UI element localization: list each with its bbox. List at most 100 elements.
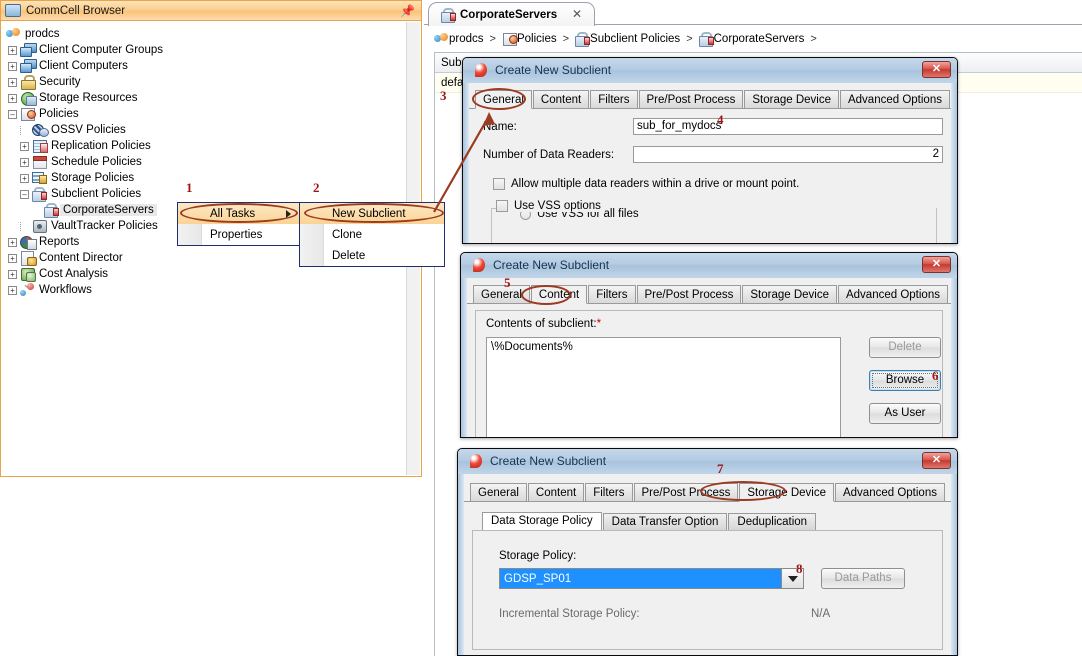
tree-node-workflows[interactable]: + Workflows — [2, 282, 406, 298]
data-storage-policy-tab[interactable]: Data Storage Policy — [482, 512, 602, 530]
as-user-button[interactable]: As User — [869, 403, 941, 424]
expander-icon[interactable]: – — [8, 110, 17, 119]
filters-tab[interactable]: Filters — [588, 285, 635, 303]
clone-menu-item[interactable]: Clone — [300, 224, 444, 245]
expander-icon[interactable]: + — [20, 158, 29, 167]
pin-icon[interactable]: 📌 — [400, 4, 415, 18]
tree-node-label: VaultTracker Policies — [48, 220, 158, 232]
tree-node-label: Reports — [36, 236, 79, 248]
allow-multiple-readers-row[interactable]: Allow multiple data readers within a dri… — [493, 178, 951, 190]
expander-icon[interactable]: + — [8, 270, 17, 279]
dialog-tabstrip: General Content Filters Pre/Post Process… — [469, 90, 951, 109]
expander-icon[interactable]: + — [20, 174, 29, 183]
advanced-options-tab[interactable]: Advanced Options — [838, 285, 948, 303]
prodcs-icon — [434, 32, 449, 46]
tree-node-label: Policies — [36, 108, 79, 120]
chevron-right-icon — [286, 210, 291, 218]
storage-device-tab[interactable]: Storage Device — [739, 483, 834, 502]
storage-device-tab[interactable]: Storage Device — [742, 285, 837, 303]
expander-icon[interactable]: + — [8, 78, 17, 87]
storage-policy-combo[interactable]: GDSP_SP01 — [499, 568, 804, 589]
vss-options-legend[interactable]: Use VSS options — [496, 200, 605, 212]
delete-menu-item[interactable]: Delete — [300, 245, 444, 266]
incremental-storage-policy-value: N/A — [811, 608, 830, 620]
advanced-options-tab[interactable]: Advanced Options — [840, 90, 950, 108]
workflows-icon — [20, 283, 36, 297]
name-label: Name: — [483, 121, 633, 133]
filters-tab[interactable]: Filters — [590, 90, 637, 108]
tree-node-prodcs[interactable]: prodcs — [2, 26, 406, 42]
tree-node-schedule-policies[interactable]: + Schedule Policies — [2, 154, 406, 170]
content-tab[interactable]: Content — [531, 285, 587, 304]
close-button[interactable]: ✕ — [922, 452, 951, 469]
ossv-icon — [32, 123, 48, 137]
tree-node-cost-analysis[interactable]: + Cost Analysis — [2, 266, 406, 282]
data-paths-button[interactable]: Data Paths — [821, 568, 905, 589]
tree-node-client-computer-groups[interactable]: + Client Computer Groups — [2, 42, 406, 58]
advanced-options-tab[interactable]: Advanced Options — [835, 483, 945, 501]
general-tab[interactable]: General — [470, 483, 527, 501]
tree-node-storage-policies[interactable]: + Storage Policies — [2, 170, 406, 186]
browse-button[interactable]: Browse — [869, 370, 941, 391]
tab-corporateservers[interactable]: CorporateServers ✕ — [428, 2, 595, 26]
new-subclient-menu-item[interactable]: New Subclient — [300, 203, 444, 224]
prepost-process-tab[interactable]: Pre/Post Process — [637, 285, 742, 303]
tree-node-security[interactable]: + Security — [2, 74, 406, 90]
annotation-number-7: 7 — [717, 461, 724, 477]
close-button[interactable]: ✕ — [922, 256, 951, 273]
tree-node-ossv-policies[interactable]: OSSV Policies — [2, 122, 406, 138]
expander-icon[interactable]: – — [20, 190, 29, 199]
tree-node-client-computers[interactable]: + Client Computers — [2, 58, 406, 74]
expander-icon[interactable]: + — [8, 46, 17, 55]
expander-icon[interactable]: + — [8, 286, 17, 295]
content-tab[interactable]: Content — [533, 90, 589, 108]
deduplication-tab[interactable]: Deduplication — [728, 513, 816, 530]
expander-icon[interactable]: + — [8, 254, 17, 263]
use-vss-options-checkbox[interactable] — [496, 200, 508, 212]
storage-device-tab[interactable]: Storage Device — [744, 90, 839, 108]
panel-title: CommCell Browser — [26, 5, 125, 17]
expander-icon[interactable]: + — [8, 238, 17, 247]
tree-node-subclient-policies[interactable]: – Subclient Policies — [2, 186, 406, 202]
breadcrumb-item-prodcs[interactable]: prodcs — [434, 32, 484, 46]
breadcrumb-item-corporateservers[interactable]: CorporateServers — [699, 32, 805, 46]
tree-node-label: OSSV Policies — [48, 124, 126, 136]
data-readers-field[interactable]: 2 — [633, 146, 943, 163]
breadcrumb-item-subclient-policies[interactable]: Subclient Policies — [575, 32, 680, 46]
schedule-icon — [32, 155, 48, 169]
content-tab[interactable]: Content — [528, 483, 584, 501]
tree-node-label: Security — [36, 76, 81, 88]
general-tab[interactable]: General — [475, 90, 532, 109]
tree-node-replication-policies[interactable]: + Replication Policies — [2, 138, 406, 154]
filters-tab[interactable]: Filters — [585, 483, 632, 501]
tree-node-storage-resources[interactable]: + Storage Resources — [2, 90, 406, 106]
name-field[interactable]: sub_for_mydocs — [633, 118, 943, 135]
properties-menu-item[interactable]: Properties — [178, 224, 299, 245]
close-icon[interactable]: ✕ — [572, 7, 582, 21]
general-tab[interactable]: General — [473, 285, 530, 303]
all-tasks-menu-item[interactable]: All Tasks — [178, 203, 299, 224]
breadcrumb-item-policies[interactable]: Policies — [502, 32, 557, 46]
annotation-number-5: 5 — [504, 275, 511, 291]
breadcrumb-separator: > — [686, 33, 692, 45]
prepost-process-tab[interactable]: Pre/Post Process — [639, 90, 744, 108]
expander-icon[interactable]: + — [20, 142, 29, 151]
breadcrumb-label: prodcs — [449, 33, 484, 45]
list-item[interactable]: \%Documents% — [491, 341, 836, 353]
breadcrumb-separator: > — [490, 33, 496, 45]
breadcrumb-label: CorporateServers — [714, 33, 805, 45]
tree-node-policies[interactable]: – Policies — [2, 106, 406, 122]
content-listbox[interactable]: \%Documents% — [486, 337, 841, 438]
dialog-tabstrip: General Content Filters Pre/Post Process… — [467, 285, 951, 304]
close-button[interactable]: ✕ — [922, 61, 951, 78]
expander-icon[interactable]: + — [8, 94, 17, 103]
expander-icon[interactable]: + — [8, 62, 17, 71]
data-transfer-option-tab[interactable]: Data Transfer Option — [603, 513, 728, 530]
breadcrumb-separator: > — [810, 33, 816, 45]
delete-button[interactable]: Delete — [869, 337, 941, 358]
create-new-subclient-dialog-content: Create New Subclient ✕ General Content F… — [460, 252, 958, 438]
allow-multiple-readers-checkbox[interactable] — [493, 178, 505, 190]
prepost-process-tab[interactable]: Pre/Post Process — [634, 483, 739, 501]
tree-connector — [20, 222, 29, 231]
menu-item-label: Properties — [210, 229, 262, 241]
